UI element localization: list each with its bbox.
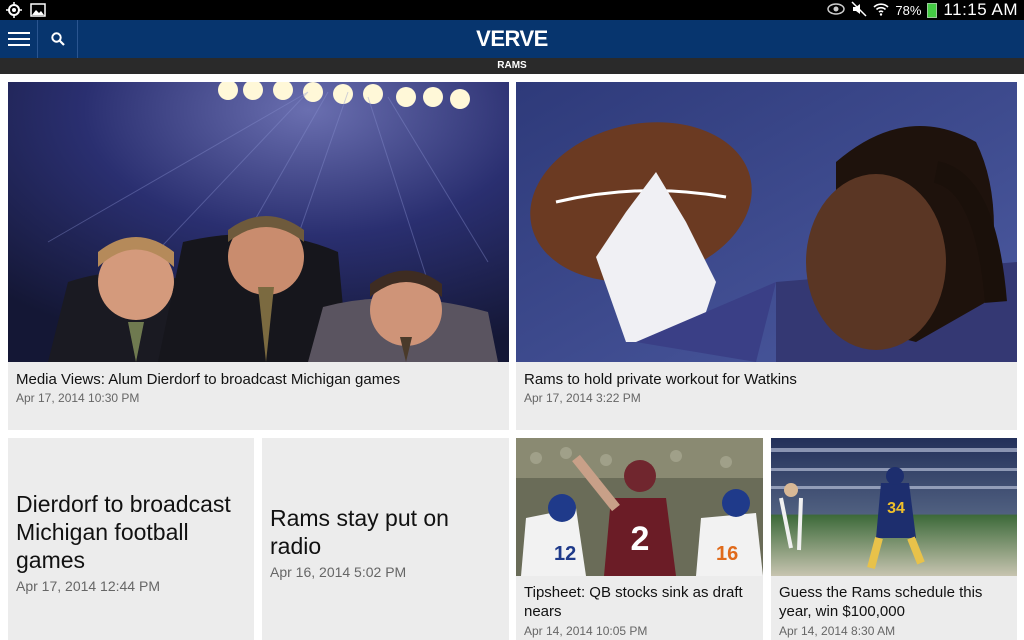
article-date: Apr 14, 2014 10:05 PM <box>524 624 648 638</box>
article-image: 2 12 16 <box>516 438 763 576</box>
article-card[interactable]: Rams stay put on radio Apr 16, 2014 5:02… <box>262 438 509 640</box>
battery-icon <box>927 2 938 18</box>
article-title: Guess the Rams schedule this year, win $… <box>779 584 983 620</box>
article-card[interactable]: Media Views: Alum Dierdorf to broadcast … <box>8 82 509 430</box>
battery-level: 78% <box>895 2 922 18</box>
verve-logo[interactable]: VERVE <box>0 26 1024 52</box>
article-title: Dierdorf to broadcast Michigan football … <box>16 491 231 573</box>
svg-text:2: 2 <box>631 520 650 558</box>
article-date: Apr 17, 2014 10:30 PM <box>16 391 140 405</box>
wifi-icon <box>873 2 889 19</box>
article-title: Rams to hold private workout for Watkins <box>524 371 797 388</box>
eye-icon <box>827 2 846 19</box>
svg-text:12: 12 <box>554 543 576 565</box>
article-image <box>516 82 1017 362</box>
clock: 11:15 AM <box>943 0 1018 19</box>
svg-text:16: 16 <box>716 543 738 565</box>
article-image: 34 <box>771 438 1017 576</box>
article-date: Apr 16, 2014 5:02 PM <box>270 564 407 580</box>
svg-text:34: 34 <box>887 500 905 517</box>
article-card[interactable]: Dierdorf to broadcast Michigan football … <box>8 438 254 640</box>
section-label: RAMS <box>0 58 1024 74</box>
status-bar: 78% 11:15 AM <box>0 0 1024 20</box>
mute-icon <box>851 0 867 20</box>
article-card[interactable]: 34 Guess the Rams schedule this year, wi… <box>771 438 1017 640</box>
article-title: Media Views: Alum Dierdorf to broadcast … <box>16 371 401 388</box>
article-title: Tipsheet: QB stocks sink as draft nears <box>524 584 743 620</box>
article-card[interactable]: Rams to hold private workout for Watkins… <box>516 82 1017 430</box>
article-title: Rams stay put on radio <box>270 505 449 559</box>
app-bar: VERVE <box>0 20 1024 58</box>
article-image <box>8 82 509 362</box>
article-date: Apr 17, 2014 3:22 PM <box>524 391 641 405</box>
article-card[interactable]: 2 12 16 Tipsheet: QB stocks sink as draf… <box>516 438 763 640</box>
article-date: Apr 14, 2014 8:30 AM <box>779 624 896 638</box>
article-date: Apr 17, 2014 12:44 PM <box>16 578 160 594</box>
